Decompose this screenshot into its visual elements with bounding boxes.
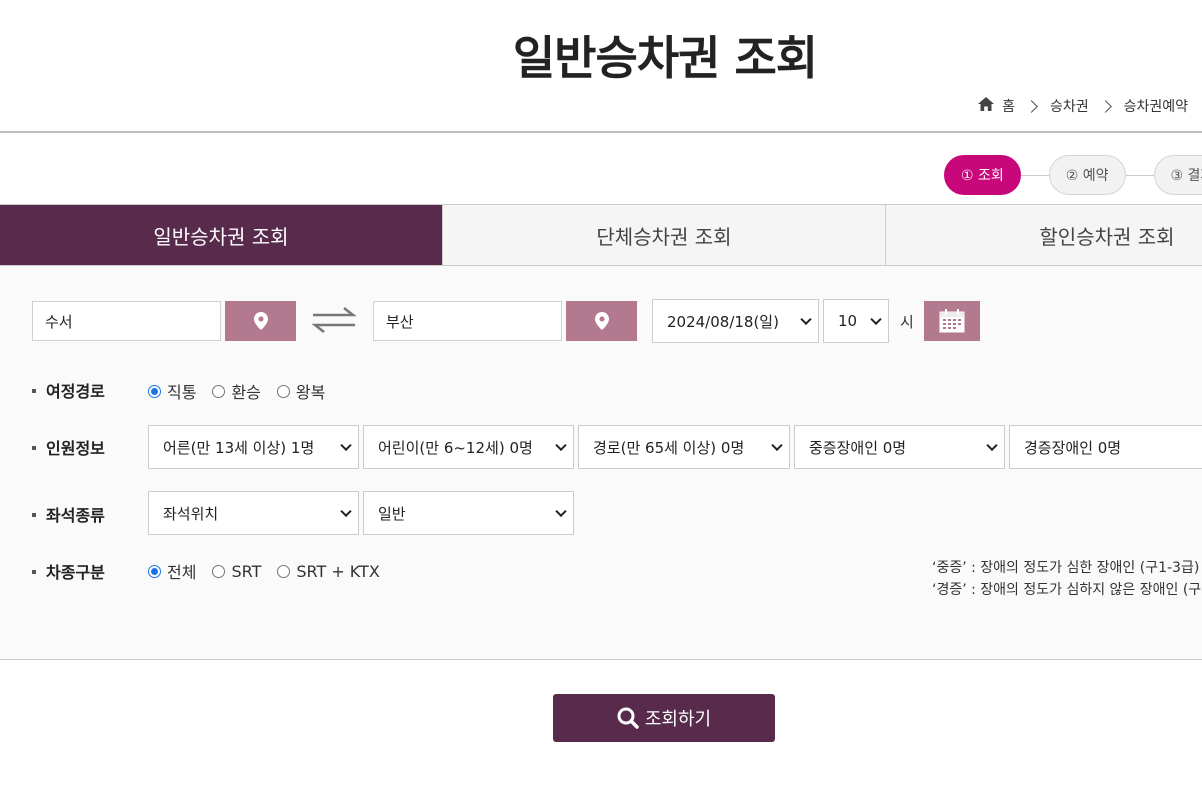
search-button[interactable]: 조회하기 — [553, 694, 775, 742]
radio-icon — [277, 564, 291, 578]
note-severe: ‘중증’ : 장애의 정도가 심한 장애인 (구1-3급) — [932, 560, 1200, 576]
calendar-icon — [939, 309, 965, 333]
step-connector — [1020, 174, 1049, 176]
mild-disabled-count-select[interactable]: 경증장애인 0명 — [1009, 425, 1202, 469]
seat-type-label: 좌석종류 — [32, 502, 105, 526]
severe-disabled-count-value: 중증장애인 0명 — [809, 438, 907, 457]
chevron-down-icon — [870, 313, 882, 326]
tab-general-ticket[interactable]: 일반승차권 조회 — [0, 205, 443, 265]
radio-selected-icon — [148, 564, 161, 578]
train-type-option-label: SRT + KTX — [296, 561, 380, 581]
map-pin-icon — [253, 312, 268, 330]
child-count-value: 어린이(만 6~12세) 0명 — [378, 438, 533, 457]
breadcrumb-ticket[interactable]: 승차권 — [1050, 96, 1089, 116]
trip-type-label: 여정경로 — [32, 378, 105, 402]
chevron-down-icon — [555, 439, 567, 452]
bullet — [32, 512, 36, 517]
hour-value: 10 — [838, 312, 858, 330]
ticket-type-tabs: 일반승차권 조회 단체승차권 조회 할인승차권 조회 — [0, 204, 1202, 266]
trip-type-label-text: 여정경로 — [46, 382, 105, 401]
step-reserve: ② 예약 — [1048, 155, 1126, 195]
step-payment: ③ 결제 — [1153, 155, 1202, 195]
trip-type-direct-radio[interactable]: 직통 — [148, 379, 196, 403]
seat-type-label-text: 좌석종류 — [46, 506, 105, 525]
progress-steps: ① 조회 ② 예약 ③ 결제 — [944, 155, 1202, 195]
arrival-station-input[interactable]: 부산 — [373, 301, 562, 341]
search-button-label: 조회하기 — [644, 709, 712, 730]
chevron-down-icon — [340, 439, 352, 452]
page: 일반승차권 조회 홈 승차권 승차권예약 ① 조회 ② 예약 ③ 결제 일반승차… — [0, 0, 1202, 796]
train-type-radio-group: 전체 SRT SRT + KTX — [148, 559, 396, 583]
train-type-srt-radio[interactable]: SRT — [212, 562, 261, 581]
departure-location-button[interactable] — [225, 301, 296, 341]
arrival-location-button[interactable] — [566, 301, 637, 341]
chevron-down-icon — [771, 439, 783, 452]
adult-count-select[interactable]: 어른(만 13세 이상) 1명 — [148, 425, 359, 469]
bullet — [32, 388, 36, 393]
train-type-option-label: SRT — [231, 561, 262, 581]
trip-type-transfer-radio[interactable]: 환승 — [212, 379, 261, 403]
departure-station-input[interactable]: 수서 — [32, 301, 221, 341]
passengers-label-text: 인원정보 — [46, 439, 105, 458]
chevron-down-icon — [986, 439, 998, 452]
chevron-right-icon — [1025, 99, 1038, 113]
calendar-button[interactable] — [924, 301, 980, 341]
breadcrumb-home[interactable]: 홈 — [1002, 96, 1015, 116]
bullet — [32, 445, 36, 450]
header-divider — [0, 131, 1202, 133]
home-icon[interactable] — [978, 97, 995, 115]
date-value: 2024/08/18(일) — [667, 312, 779, 331]
train-type-option-label: 전체 — [167, 563, 197, 582]
disability-notes: ‘중증’ : 장애의 정도가 심한 장애인 (구1-3급) ‘경증’ : 장애의… — [932, 557, 1202, 601]
breadcrumb-reservation[interactable]: 승차권예약 — [1124, 96, 1188, 116]
note-mild: ‘경증’ : 장애의 정도가 심하지 않은 장애인 (구4-6급) — [932, 582, 1202, 598]
train-type-label: 차종구분 — [32, 559, 105, 583]
tab-group-ticket[interactable]: 단체승차권 조회 — [443, 205, 886, 265]
chevron-right-icon — [1098, 99, 1112, 113]
date-select[interactable]: 2024/08/18(일) — [652, 299, 819, 343]
seat-position-select[interactable]: 좌석위치 — [148, 491, 359, 535]
chevron-down-icon — [555, 505, 567, 518]
senior-count-select[interactable]: 경로(만 65세 이상) 0명 — [578, 425, 790, 469]
hour-unit-label: 시 — [900, 313, 914, 331]
page-title: 일반승차권 조회 — [512, 31, 818, 85]
breadcrumb: 홈 승차권 승차권예약 — [978, 96, 1188, 116]
radio-selected-icon — [148, 384, 161, 398]
trip-type-roundtrip-radio[interactable]: 왕복 — [276, 379, 326, 403]
hour-select[interactable]: 10 — [823, 299, 889, 343]
radio-icon — [212, 384, 226, 398]
adult-count-value: 어른(만 13세 이상) 1명 — [163, 438, 315, 457]
trip-type-option-label: 직통 — [167, 383, 197, 402]
child-count-select[interactable]: 어린이(만 6~12세) 0명 — [363, 425, 574, 469]
seat-class-select[interactable]: 일반 — [363, 491, 574, 535]
trip-type-radio-group: 직통 환승 왕복 — [148, 379, 341, 403]
train-type-srt-ktx-radio[interactable]: SRT + KTX — [277, 561, 380, 581]
map-pin-icon — [594, 312, 609, 330]
mild-disabled-count-value: 경증장애인 0명 — [1024, 438, 1122, 457]
radio-icon — [212, 564, 226, 578]
tab-discount-ticket[interactable]: 할인승차권 조회 — [886, 205, 1202, 265]
bullet — [32, 569, 36, 574]
search-icon — [617, 707, 639, 729]
seat-class-value: 일반 — [378, 504, 406, 523]
step-connector — [1125, 174, 1154, 176]
train-type-all-radio[interactable]: 전체 — [148, 559, 196, 583]
swap-stations-icon[interactable] — [311, 306, 357, 338]
trip-type-option-label: 환승 — [231, 383, 261, 402]
senior-count-value: 경로(만 65세 이상) 0명 — [593, 438, 745, 457]
step-search: ① 조회 — [944, 155, 1021, 195]
seat-position-value: 좌석위치 — [163, 504, 219, 523]
severe-disabled-count-select[interactable]: 중증장애인 0명 — [794, 425, 1005, 469]
passengers-label: 인원정보 — [32, 435, 105, 459]
chevron-down-icon — [340, 505, 352, 518]
trip-type-option-label: 왕복 — [295, 383, 326, 402]
radio-icon — [276, 384, 290, 398]
train-type-label-text: 차종구분 — [46, 563, 105, 582]
chevron-down-icon — [800, 313, 812, 326]
